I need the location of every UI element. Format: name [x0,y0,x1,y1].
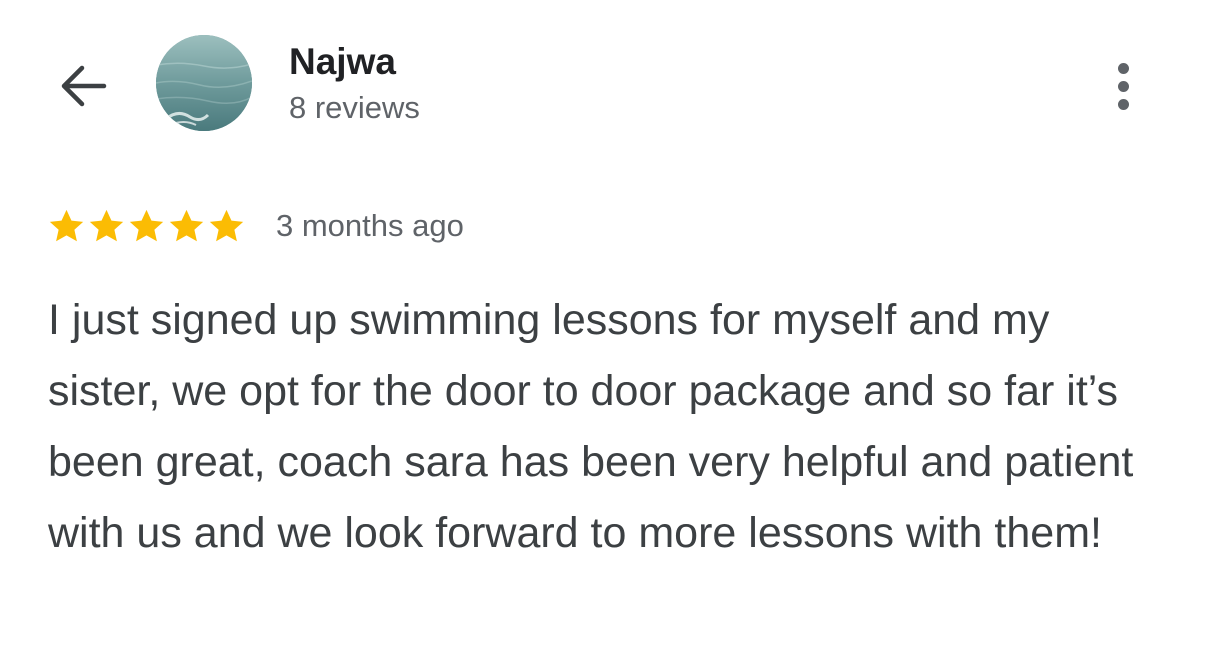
avatar[interactable] [156,35,252,131]
review-count: 8 reviews [289,90,420,125]
star-icon [89,209,124,241]
star-icon [49,209,84,241]
star-icon [129,209,164,241]
rating-row: 3 months ago [47,205,464,247]
back-button[interactable] [52,58,112,114]
review-text: I just signed up swimming lessons for my… [48,296,1134,557]
reviewer-name[interactable]: Najwa [289,40,396,84]
avatar-image [156,35,252,131]
arrow-left-icon [61,65,107,107]
star-icon [169,209,204,241]
review-time: 3 months ago [276,208,464,243]
more-options-button[interactable] [1098,55,1148,117]
star-icon [209,209,244,241]
star-rating [47,207,246,246]
more-vertical-icon [1117,62,1129,74]
